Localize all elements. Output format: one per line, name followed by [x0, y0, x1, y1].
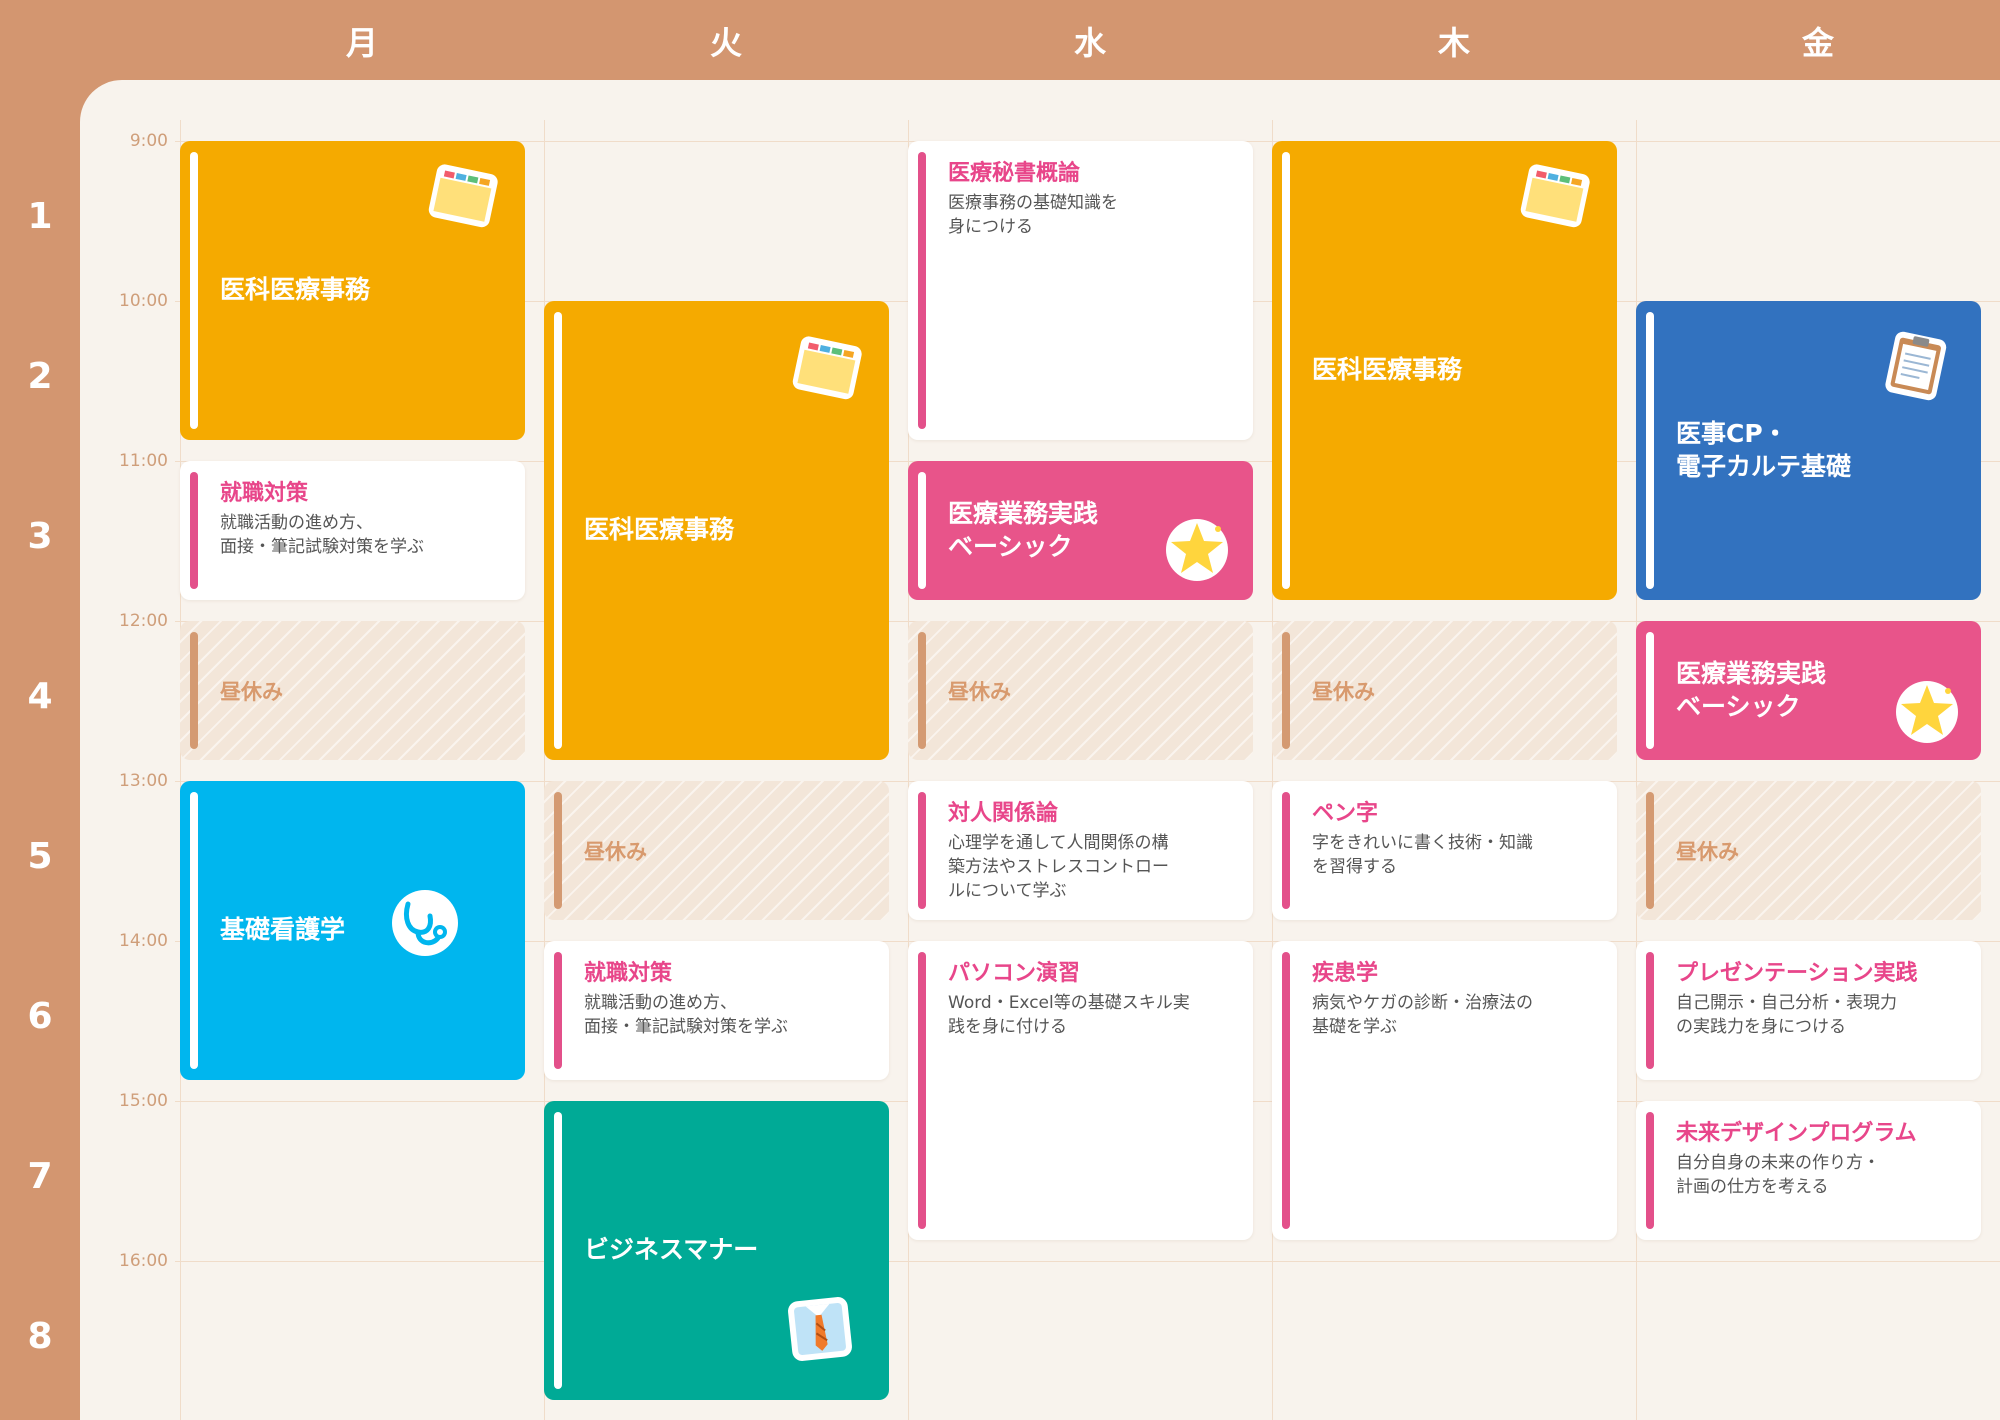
class-description: 字をきれいに書く技術・知識 を習得する: [1312, 833, 1533, 877]
class-title: 基礎看護学: [220, 915, 346, 944]
time-label: 14:00: [119, 931, 168, 951]
class-title: 医科医療事務: [1312, 355, 1463, 384]
class-card-mirai-design-program[interactable]: 未来デザインプログラム 自分自身の未来の作り方・ 計画の仕方を考える: [1636, 1101, 1981, 1240]
lunch-break-block: 昼休み: [180, 621, 525, 760]
class-title: 未来デザインプログラム: [1676, 1121, 1917, 1146]
class-title: 医療秘書概論: [948, 161, 1081, 186]
lunch-break-block: 昼休み: [544, 781, 889, 920]
class-title: 就職対策: [584, 961, 673, 986]
class-card-iryo-hisho-gairon[interactable]: 医療秘書概論 医療事務の基礎知識を 身につける: [908, 141, 1253, 440]
class-card-presentation-jissen[interactable]: プレゼンテーション実践 自己開示・自己分析・表現力 の実践力を身につける: [1636, 941, 1981, 1080]
class-card-shushoku-taisaku[interactable]: 就職対策 就職活動の進め方、 面接・筆記試験対策を学ぶ: [544, 941, 889, 1080]
lunch-label: 昼休み: [1312, 680, 1375, 704]
folder-icon: [1520, 164, 1590, 228]
class-card-iryo-gyomu-jissen[interactable]: 医療業務実践 ベーシック: [908, 461, 1253, 600]
class-title: ビジネスマナー: [584, 1235, 759, 1264]
period-label-6: 6: [27, 996, 53, 1037]
class-card-pasokon-enshu[interactable]: パソコン演習 Word・Excel等の基礎スキル実 践を身に付ける: [908, 941, 1253, 1240]
lunch-label: 昼休み: [1676, 840, 1739, 864]
day-header-wed: 水: [1073, 24, 1106, 62]
class-title: 医療業務実践 ベーシック: [1676, 659, 1827, 721]
shirt-tie-icon: [788, 1297, 852, 1361]
class-description: 病気やケガの診断・治療法の 基礎を学ぶ: [1312, 993, 1533, 1037]
day-header-mon: 月: [345, 24, 378, 62]
class-description: 心理学を通して人間関係の構 築方法やストレスコントロー ルについて学ぶ: [948, 833, 1169, 901]
period-label-2: 2: [27, 356, 53, 397]
time-label: 9:00: [129, 131, 168, 151]
class-card-shikkangaku[interactable]: 疾患学 病気やケガの診断・治療法の 基礎を学ぶ: [1272, 941, 1617, 1240]
class-card-iji-cp-denshi-karte[interactable]: 医事CP・ 電子カルテ基礎: [1636, 301, 1981, 600]
lunch-label: 昼休み: [220, 680, 283, 704]
class-title: プレゼンテーション実践: [1676, 961, 1918, 986]
class-card-iryo-gyomu-jissen[interactable]: 医療業務実践 ベーシック: [1636, 621, 1981, 760]
period-label-8: 8: [27, 1316, 53, 1357]
period-label-5: 5: [27, 836, 53, 877]
class-title: パソコン演習: [948, 961, 1081, 986]
class-description: 就職活動の進め方、 面接・筆記試験対策を学ぶ: [220, 513, 424, 557]
class-description: 自分自身の未来の作り方・ 計画の仕方を考える: [1676, 1153, 1880, 1197]
period-label-4: 4: [27, 676, 53, 717]
class-description: 就職活動の進め方、 面接・筆記試験対策を学ぶ: [584, 993, 788, 1037]
folder-icon: [428, 164, 498, 228]
lunch-break-block: 昼休み: [1272, 621, 1617, 760]
time-label: 13:00: [119, 771, 168, 791]
folder-icon: [792, 336, 862, 400]
stethoscope-icon: [392, 890, 458, 956]
class-title: 医療業務実践 ベーシック: [948, 499, 1099, 561]
class-title: 対人関係論: [948, 801, 1059, 826]
class-description: Word・Excel等の基礎スキル実 践を身に付ける: [948, 993, 1190, 1037]
time-label: 11:00: [119, 451, 168, 471]
class-title: 疾患学: [1312, 961, 1379, 986]
lunch-label: 昼休み: [948, 680, 1011, 704]
timetable-panel: 9:00 10:00 11:00 12:00 13:00 14:00 15:00…: [80, 80, 2000, 1420]
day-header-fri: 金: [1801, 24, 1834, 62]
class-card-ika-iryo-jimu[interactable]: 医科医療事務: [180, 141, 525, 440]
period-label-7: 7: [27, 1156, 53, 1197]
class-card-ika-iryo-jimu[interactable]: 医科医療事務: [544, 301, 889, 760]
lunch-break-block: 昼休み: [908, 621, 1253, 760]
class-title: 医科医療事務: [220, 275, 371, 304]
class-description: 医療事務の基礎知識を 身につける: [948, 193, 1118, 237]
class-card-penji[interactable]: ペン字 字をきれいに書く技術・知識 を習得する: [1272, 781, 1617, 920]
time-label: 16:00: [119, 1251, 168, 1271]
period-label-3: 3: [27, 516, 53, 557]
lunch-break-block: 昼休み: [1636, 781, 1981, 920]
period-label-1: 1: [27, 196, 53, 237]
class-card-kiso-kangogaku[interactable]: 基礎看護学: [180, 781, 525, 1080]
class-card-business-manner[interactable]: ビジネスマナー: [544, 1101, 889, 1400]
class-description: 自己開示・自己分析・表現力 の実践力を身につける: [1676, 993, 1897, 1037]
class-title: 医事CP・ 電子カルテ基礎: [1676, 419, 1852, 481]
time-label: 12:00: [119, 611, 168, 631]
time-label: 10:00: [119, 291, 168, 311]
class-title: 就職対策: [220, 481, 309, 506]
class-card-taijin-kankei-ron[interactable]: 対人関係論 心理学を通して人間関係の構 築方法やストレスコントロー ルについて学…: [908, 781, 1253, 920]
class-title: ペン字: [1312, 801, 1379, 826]
star-icon: [1166, 519, 1228, 581]
lunch-label: 昼休み: [584, 840, 647, 864]
class-title: 医科医療事務: [584, 515, 735, 544]
class-card-ika-iryo-jimu[interactable]: 医科医療事務: [1272, 141, 1617, 600]
time-label: 15:00: [119, 1091, 168, 1111]
clipboard-icon: [1885, 331, 1947, 401]
day-header-thu: 木: [1437, 24, 1470, 62]
star-icon: [1896, 681, 1958, 743]
day-header-tue: 火: [709, 24, 742, 62]
class-card-shushoku-taisaku[interactable]: 就職対策 就職活動の進め方、 面接・筆記試験対策を学ぶ: [180, 461, 525, 600]
